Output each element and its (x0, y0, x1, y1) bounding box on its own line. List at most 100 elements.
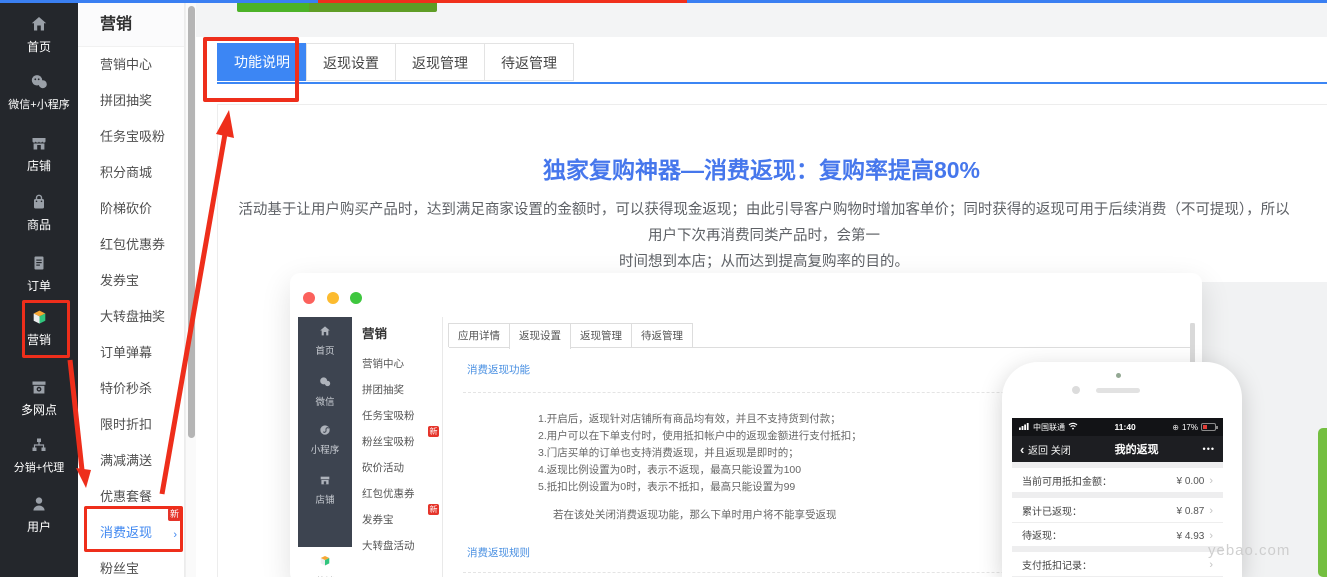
marketing-cube-icon (318, 555, 332, 572)
wechat-icon (0, 73, 78, 92)
sidebar-item-marketing[interactable]: 营销 (0, 308, 78, 348)
tab-bar: 功能说明返现设置返现管理待返管理 (217, 43, 574, 81)
mini-tab-cashback-settings[interactable]: 返现设置 (509, 323, 571, 349)
mini-menu-item[interactable]: 砍价活动 (352, 455, 442, 481)
sidebar-item-product[interactable]: 商品 (0, 193, 78, 233)
mini-menu: 营销 营销中心 拼团抽奖 任务宝吸粉 粉丝宝吸粉 新 砍价活动 红包优惠券 发券… (352, 317, 443, 577)
menu-item[interactable]: 满减满送 (78, 443, 184, 479)
main-content: 功能说明返现设置返现管理待返管理 独家复购神器—消费返现：复购率提高80% 活动… (196, 3, 1327, 577)
new-badge: 新 (428, 504, 439, 515)
window-close-dot (303, 292, 315, 304)
back-button[interactable]: 返回 关闭 (1020, 442, 1071, 457)
mini-menu-item[interactable]: 发券宝 新 (352, 507, 442, 533)
menu-list: 营销中心 拼团抽奖 任务宝吸粉 积分商城 阶梯砍价 红包优惠券 发券宝 大转盘抽… (78, 47, 184, 577)
mini-sidebar-item-home[interactable]: 首页 (298, 324, 352, 357)
page-title: 独家复购神器—消费返现：复购率提高80% (196, 151, 1327, 185)
menu-item[interactable]: 拼团抽奖 (78, 83, 184, 119)
mini-sidebar-item-miniprogram[interactable]: 小程序 (298, 423, 352, 456)
phone-row-total-cashback[interactable]: 累计已返现： ¥ 0.87 (1012, 498, 1223, 522)
tab-underline (217, 82, 1327, 84)
product-bag-icon (0, 193, 78, 212)
chevron-right-icon (1209, 530, 1213, 542)
menu-item[interactable]: 订单弹幕 (78, 335, 184, 371)
new-badge: 新 (428, 426, 439, 437)
carrier-label: 中国联通 (1033, 422, 1065, 433)
mini-menu-item[interactable]: 大转盘活动 (352, 533, 442, 559)
chevron-right-icon (1209, 559, 1213, 571)
menu-item-cashback[interactable]: 消费返现 新 (78, 515, 184, 551)
menu-item[interactable]: 特价秒杀 (78, 371, 184, 407)
shop-icon (319, 473, 331, 490)
phone-row-deduction-balance[interactable]: 当前可用抵扣金额： ¥ 0.00 (1012, 468, 1223, 492)
home-icon (0, 15, 78, 34)
phone-row-pending-cashback[interactable]: 待返现： ¥ 4.93 (1012, 522, 1223, 546)
phone-earpiece (1096, 388, 1140, 393)
mini-sidebar-item-shop[interactable]: 店铺 (298, 473, 352, 506)
menu-scrollbar[interactable] (185, 3, 196, 577)
mini-menu-item[interactable]: 营销中心 (352, 351, 442, 377)
menu-item[interactable]: 发券宝 (78, 263, 184, 299)
distribution-tree-icon (0, 436, 78, 455)
sidebar-item-wechat-miniprogram[interactable]: 微信+小程序 (0, 73, 78, 112)
menu-item[interactable]: 大转盘抽奖 (78, 299, 184, 335)
tab-pending-management[interactable]: 待返管理 (484, 43, 574, 81)
mini-menu-header: 营销 (352, 317, 442, 347)
sidebar-item-distribution[interactable]: 分销+代理 (0, 436, 78, 475)
signal-bars-icon (1019, 422, 1030, 432)
sidebar-item-user[interactable]: 用户 (0, 495, 78, 535)
watermark-text: yebao.com (1208, 542, 1290, 559)
tab-cashback-settings[interactable]: 返现设置 (306, 43, 396, 81)
order-icon (0, 254, 78, 273)
rule-line: 4.返现比例设置为0时，表示不返现，最高只能设置为100 (538, 462, 862, 479)
menu-header: 营销 (78, 3, 184, 47)
tab-feature-description[interactable]: 功能说明 (217, 43, 307, 81)
mini-menu-item[interactable]: 拼团抽奖 (352, 377, 442, 403)
sidebar-item-order[interactable]: 订单 (0, 254, 78, 294)
tab-cashback-management[interactable]: 返现管理 (395, 43, 485, 81)
mini-tab-pending-management[interactable]: 待返管理 (631, 323, 693, 347)
sidebar-item-shop[interactable]: 店铺 (0, 134, 78, 174)
orientation-lock-icon: ⊕ (1172, 423, 1179, 432)
phone-screen: 中国联通 11:40 ⊕ 17% 返回 关闭 我的返现 ••• (1012, 418, 1223, 577)
mini-tab-bar: 应用详情返现设置返现管理待返管理 (449, 323, 1190, 348)
menu-item[interactable]: 限时折扣 (78, 407, 184, 443)
marketing-cube-icon (0, 308, 78, 327)
rule-line: 5.抵扣比例设置为0时，表示不抵扣，最高只能设置为99 (538, 479, 862, 496)
sidebar-item-home[interactable]: 首页 (0, 15, 78, 55)
mini-section-link[interactable]: 消费返现功能 (467, 362, 530, 377)
secondary-menu: 营销 营销中心 拼团抽奖 任务宝吸粉 积分商城 阶梯砍价 红包优惠券 发券宝 大… (78, 3, 185, 577)
chevron-right-icon (1209, 475, 1213, 487)
menu-item[interactable]: 红包优惠券 (78, 227, 184, 263)
mini-menu-item[interactable]: 粉丝宝吸粉 新 (352, 429, 442, 455)
shop-icon (0, 134, 78, 153)
close-button[interactable]: 关闭 (1051, 446, 1071, 457)
menu-item[interactable]: 粉丝宝 (78, 551, 184, 577)
phone-row-deduction-records[interactable]: 支付抵扣记录： (1012, 552, 1223, 576)
menu-item[interactable]: 营销中心 (78, 47, 184, 83)
phone-mockup: 中国联通 11:40 ⊕ 17% 返回 关闭 我的返现 ••• (1002, 362, 1242, 577)
menu-item[interactable]: 积分商城 (78, 155, 184, 191)
wifi-icon (1068, 422, 1078, 432)
menu-item[interactable]: 阶梯砍价 (78, 191, 184, 227)
phone-camera-dot (1116, 373, 1121, 378)
scrollbar-thumb[interactable] (188, 6, 195, 438)
user-icon (0, 495, 78, 514)
cutoff-green-element (237, 3, 437, 12)
mini-sidebar-item-marketing[interactable]: 营销 (298, 547, 352, 577)
mini-tab-app-details[interactable]: 应用详情 (448, 323, 510, 347)
mini-sidebar-item-wechat[interactable]: 微信 (298, 375, 352, 408)
rule-line: 3.门店买单的订单也支持消费返现，并且返现是即时的； (538, 445, 862, 462)
menu-item[interactable]: 任务宝吸粉 (78, 119, 184, 155)
app-screen: 首页 微信+小程序 店铺 商品 订单 营销 多网点 分销+代理 (0, 0, 1327, 577)
battery-icon (1201, 423, 1216, 431)
sidebar-item-multi-outlet[interactable]: 多网点 (0, 378, 78, 418)
chevron-right-icon (173, 517, 177, 553)
cutoff-green-side-element (1318, 428, 1327, 577)
rule-line: 2.用户可以在下单支付时，使用抵扣帐户中的返现金额进行支付抵扣； (538, 428, 862, 445)
clock-label: 11:40 (1115, 422, 1136, 432)
mini-section-link[interactable]: 消费返现规则 (467, 545, 530, 560)
battery-percent-label: 17% (1182, 423, 1198, 432)
page-description: 活动基于让用户购买产品时，达到满足商家设置的金额时，可以获得现金返现；由此引导客… (236, 197, 1292, 275)
mini-tab-cashback-management[interactable]: 返现管理 (570, 323, 632, 347)
more-menu-icon[interactable]: ••• (1203, 444, 1215, 454)
